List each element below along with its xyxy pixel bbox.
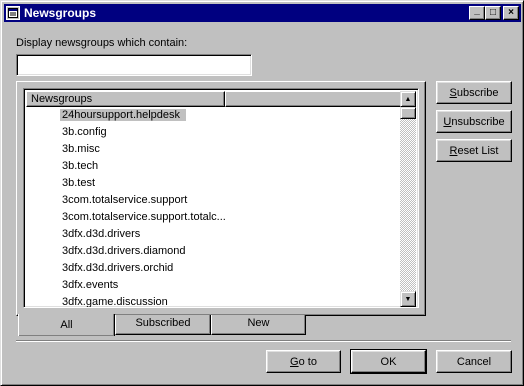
list-item-label: 24hoursupport.helpdesk <box>60 109 187 121</box>
list-item-label: 3b.config <box>62 126 107 138</box>
scroll-thumb[interactable] <box>400 107 416 119</box>
list-item-label: 3dfx.events <box>62 279 119 291</box>
list-item-label: 3dfx.d3d.drivers.orchid <box>62 262 174 274</box>
window-title: Newsgroups <box>24 6 97 20</box>
newsgroup-filter-input[interactable] <box>16 54 252 76</box>
list-item-label: 3b.test <box>62 177 96 189</box>
title-bar[interactable]: Newsgroups _ □ × <box>4 4 521 22</box>
newsgroups-app-icon <box>6 6 20 20</box>
cancel-button[interactable]: Cancel <box>436 350 512 373</box>
reset-list-mnemonic: R <box>449 144 458 157</box>
subscribe-label: ubscribe <box>456 86 499 99</box>
list-item-label: 3b.misc <box>62 143 100 155</box>
scroll-down-button[interactable]: ▼ <box>400 291 416 307</box>
list-item[interactable]: 3dfx.game.discussion <box>26 294 402 307</box>
close-icon: × <box>508 7 514 18</box>
list-item[interactable]: 3dfx.d3d.drivers.diamond <box>26 243 402 260</box>
reset-list-label: eset List <box>457 144 499 157</box>
unsubscribe-label: nsubscribe <box>451 115 505 128</box>
scroll-up-icon: ▲ <box>404 95 412 103</box>
goto-mnemonic: G <box>290 355 299 368</box>
list-header: Newsgroups <box>26 91 403 107</box>
maximize-icon: □ <box>489 7 497 18</box>
column-header-empty[interactable] <box>225 91 403 107</box>
scroll-up-button[interactable]: ▲ <box>400 91 416 107</box>
newsgroups-dialog: Newsgroups _ □ × Display newsgroups whic… <box>0 0 524 386</box>
ok-button[interactable]: OK <box>350 349 427 374</box>
list-item[interactable]: 3com.totalservice.support.totalc... <box>26 209 402 226</box>
close-button[interactable]: × <box>503 6 519 20</box>
cancel-label: Cancel <box>456 355 492 368</box>
list-item[interactable]: 24hoursupport.helpdesk <box>26 107 402 124</box>
reset-list-button[interactable]: Reset List <box>436 139 512 162</box>
filter-label: Display newsgroups which contain: <box>16 37 188 49</box>
list-item[interactable]: 3dfx.d3d.drivers.orchid <box>26 260 402 277</box>
tab-subscribed[interactable]: Subscribed <box>115 315 211 335</box>
minimize-icon: _ <box>474 5 480 16</box>
column-header-newsgroups[interactable]: Newsgroups <box>26 91 225 107</box>
list-item[interactable]: 3b.test <box>26 175 402 192</box>
maximize-button[interactable]: □ <box>485 6 501 20</box>
list-item-label: 3b.tech <box>62 160 99 172</box>
ok-label: OK <box>380 355 397 368</box>
subscribe-mnemonic: S <box>449 86 457 99</box>
tab-all[interactable]: All <box>18 314 115 336</box>
goto-button[interactable]: Go to <box>266 350 341 373</box>
separator <box>16 340 511 342</box>
subscribe-button[interactable]: Subscribe <box>436 81 512 104</box>
list-item-label: 3dfx.game.discussion <box>62 296 168 307</box>
minimize-button[interactable]: _ <box>469 6 485 20</box>
goto-label: o to <box>298 355 317 368</box>
list-item[interactable]: 3dfx.d3d.drivers <box>26 226 402 243</box>
list-item-label: 3com.totalservice.support.totalc... <box>62 211 226 223</box>
list-item-label: 3com.totalservice.support <box>62 194 188 206</box>
newsgroups-list[interactable]: Newsgroups 24hoursupport.helpdesk 3b.conf… <box>23 88 419 308</box>
list-item[interactable]: 3dfx.events <box>26 277 402 294</box>
list-item[interactable]: 3b.config <box>26 124 402 141</box>
vertical-scrollbar[interactable]: ▲ ▼ <box>400 91 416 307</box>
unsubscribe-button[interactable]: Unsubscribe <box>436 110 512 133</box>
list-item[interactable]: 3b.misc <box>26 141 402 158</box>
list-item-label: 3dfx.d3d.drivers <box>62 228 141 240</box>
unsubscribe-mnemonic: U <box>443 115 452 128</box>
list-item-label: 3dfx.d3d.drivers.diamond <box>62 245 186 257</box>
list-item[interactable]: 3b.tech <box>26 158 402 175</box>
scroll-down-icon: ▼ <box>404 295 412 303</box>
list-item[interactable]: 3com.totalservice.support <box>26 192 402 209</box>
list-rows: 24hoursupport.helpdesk 3b.config 3b.misc 3b… <box>26 107 402 307</box>
tab-new[interactable]: New <box>211 315 306 335</box>
